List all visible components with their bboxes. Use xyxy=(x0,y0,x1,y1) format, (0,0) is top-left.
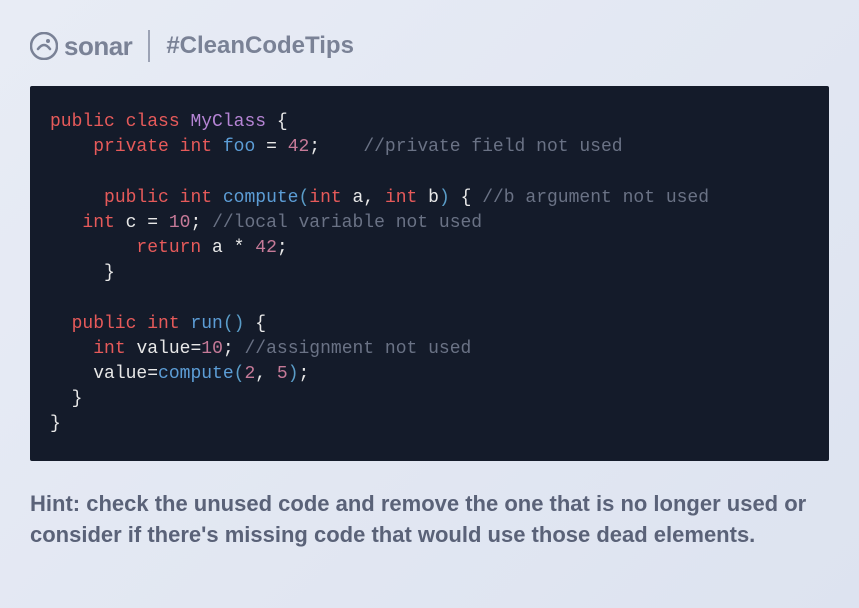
hint-text: Hint: check the unused code and remove t… xyxy=(30,489,829,551)
code-line: } xyxy=(50,261,809,286)
header: sonar #CleanCodeTips xyxy=(30,30,829,62)
code-line: public int run() { xyxy=(50,312,809,337)
code-line xyxy=(50,286,809,311)
code-line: value=compute(2, 5); xyxy=(50,362,809,387)
code-line: return a * 42; xyxy=(50,236,809,261)
code-line: public int compute(int a, int b) { //b a… xyxy=(50,186,809,211)
code-line: } xyxy=(50,412,809,437)
header-divider xyxy=(148,30,150,62)
hashtag-label: #CleanCodeTips xyxy=(166,32,354,60)
code-line: private int foo = 42; //private field no… xyxy=(50,135,809,160)
code-line: int value=10; //assignment not used xyxy=(50,337,809,362)
code-line: } xyxy=(50,387,809,412)
code-snippet: public class MyClass { private int foo =… xyxy=(30,86,829,461)
code-line: int c = 10; //local variable not used xyxy=(50,211,809,236)
code-line: public class MyClass { xyxy=(50,110,809,135)
brand-logo: sonar xyxy=(30,31,132,62)
code-line xyxy=(50,160,809,185)
sonar-icon xyxy=(30,32,58,60)
brand-name: sonar xyxy=(64,31,132,62)
